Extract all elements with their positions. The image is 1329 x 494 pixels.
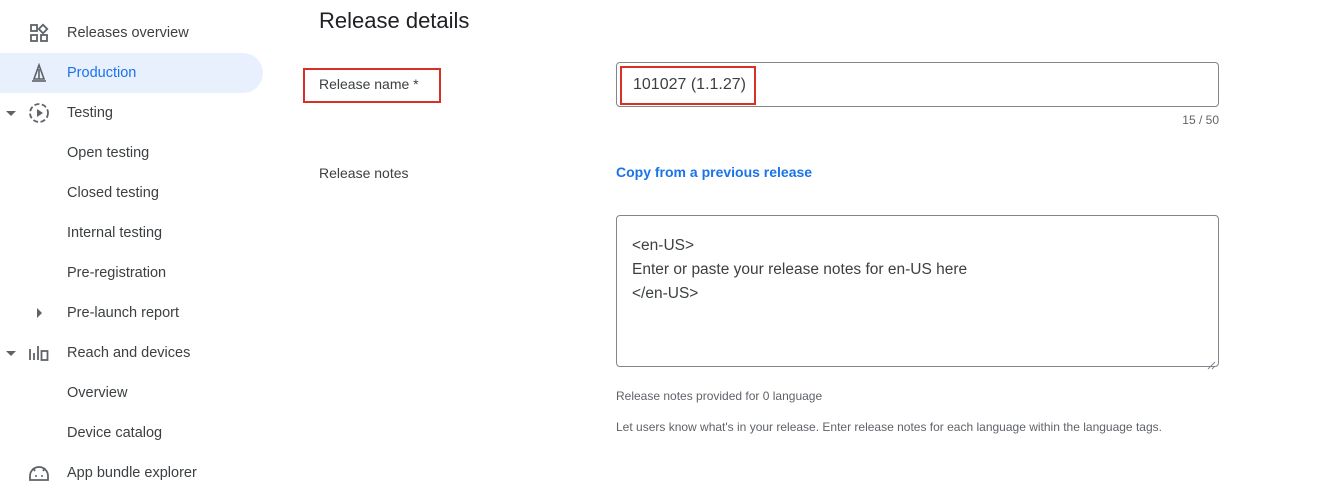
release-notes-line: Enter or paste your release notes for en…	[632, 261, 968, 278]
release-notes-provided-text: Release notes provided for 0 language	[616, 389, 823, 403]
sidebar-item-label: Overview	[67, 385, 128, 401]
sidebar-item-label: App bundle explorer	[67, 465, 197, 481]
sidebar-item-label: Production	[67, 65, 137, 81]
release-notes-textarea[interactable]: <en-US> Enter or paste your release note…	[616, 215, 1219, 370]
release-notes-help-text: Let users know what's in your release. E…	[616, 420, 1162, 434]
sidebar-item-testing[interactable]: Testing	[0, 93, 263, 133]
sidebar-item-reach-and-devices[interactable]: Reach and devices	[0, 333, 263, 373]
sidebar-item-production[interactable]: Production	[0, 53, 263, 93]
chevron-down-icon[interactable]	[6, 108, 16, 118]
bar-chart-icon	[28, 342, 50, 364]
release-name-label: Release name *	[319, 76, 419, 92]
sidebar-item-pre-registration[interactable]: Pre-registration	[0, 253, 263, 293]
sidebar-item-pre-launch-report[interactable]: Pre-launch report	[0, 293, 263, 333]
sidebar-item-releases-overview[interactable]: Releases overview	[0, 13, 263, 53]
sidebar-item-open-testing[interactable]: Open testing	[0, 133, 263, 173]
sidebar-item-label: Testing	[67, 105, 113, 121]
sidebar-item-label: Pre-launch report	[67, 305, 180, 321]
release-name-value-highlight	[620, 66, 756, 105]
sidebar-item-closed-testing[interactable]: Closed testing	[0, 173, 263, 213]
resize-handle-icon[interactable]	[1206, 354, 1216, 370]
sidebar-item-label: Device catalog	[67, 425, 163, 441]
sidebar-item-label: Releases overview	[67, 25, 189, 41]
sidebar-item-label: Reach and devices	[67, 345, 191, 361]
release-notes-line: </en-US>	[632, 285, 699, 302]
play-circle-icon	[28, 102, 50, 124]
sidebar-item-label: Pre-registration	[67, 265, 167, 281]
sidebar-item-label: Closed testing	[67, 185, 159, 201]
sidebar-item-device-catalog[interactable]: Device catalog	[0, 413, 263, 453]
sidebar-item-label: Open testing	[67, 145, 150, 161]
chevron-right-icon[interactable]	[34, 308, 44, 318]
chevron-down-icon[interactable]	[6, 348, 16, 358]
page-title: Release details	[319, 8, 470, 33]
dashboard-icon	[28, 22, 50, 44]
android-icon	[28, 462, 50, 484]
sidebar-item-label: Internal testing	[67, 225, 163, 241]
sidebar-item-internal-testing[interactable]: Internal testing	[0, 213, 263, 253]
sidebar-nav: Releases overview Production Testing Ope…	[0, 0, 280, 494]
release-notes-line: <en-US>	[632, 237, 695, 254]
copy-from-previous-release-link[interactable]: Copy from a previous release	[616, 164, 812, 180]
sidebar-item-overview[interactable]: Overview	[0, 373, 263, 413]
sidebar-item-app-bundle-explorer[interactable]: App bundle explorer	[0, 453, 263, 493]
character-counter: 15 / 50	[1182, 113, 1219, 127]
rocket-icon	[28, 62, 50, 84]
release-notes-label: Release notes	[319, 165, 409, 181]
